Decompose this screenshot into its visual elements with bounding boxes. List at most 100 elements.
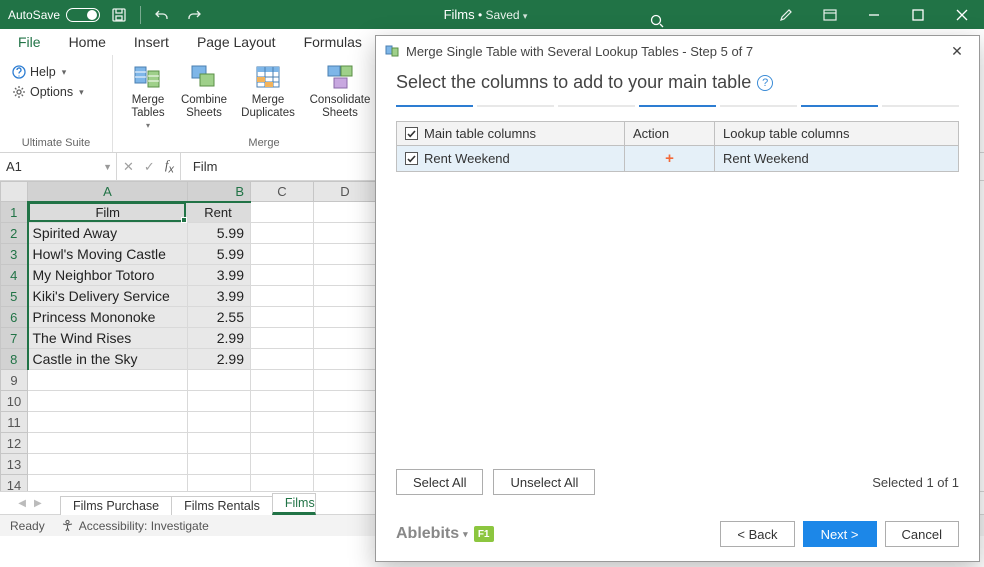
row-header[interactable]: 14	[1, 475, 28, 492]
tab-formulas[interactable]: Formulas	[290, 29, 376, 55]
cell[interactable]: My Neighbor Totoro	[28, 265, 188, 286]
cell[interactable]	[251, 475, 314, 492]
cell[interactable]: Kiki's Delivery Service	[28, 286, 188, 307]
cell[interactable]	[251, 286, 314, 307]
consolidate-sheets-button[interactable]: Consolidate Sheets	[305, 59, 375, 130]
cell[interactable]: The Wind Rises	[28, 328, 188, 349]
cell[interactable]	[28, 475, 188, 492]
cell[interactable]	[28, 370, 188, 391]
row-header[interactable]: 5	[1, 286, 28, 307]
sheet-tab-films[interactable]: Films	[272, 493, 316, 515]
help-dropdown[interactable]: Help▾	[8, 63, 104, 81]
cell[interactable]: 2.99	[188, 349, 251, 370]
row-header[interactable]: 13	[1, 454, 28, 475]
cell[interactable]: Castle in the Sky	[28, 349, 188, 370]
sheet-nav[interactable]: ◀▶	[0, 492, 60, 514]
autosave-toggle[interactable]	[66, 8, 100, 22]
search-icon[interactable]	[646, 10, 668, 32]
cell[interactable]	[28, 433, 188, 454]
table-row[interactable]: Rent Weekend + Rent Weekend	[397, 146, 958, 171]
col-header-d[interactable]: D	[314, 182, 377, 202]
cell[interactable]	[28, 454, 188, 475]
col-header-a[interactable]: A	[28, 182, 188, 202]
cell-header-film[interactable]: Film	[28, 202, 188, 223]
col-header-b[interactable]: B	[188, 182, 251, 202]
hdr-main-columns[interactable]: Main table columns	[397, 122, 625, 145]
formula-input[interactable]: Film	[181, 159, 218, 174]
cell[interactable]	[314, 244, 377, 265]
row-header[interactable]: 4	[1, 265, 28, 286]
tab-insert[interactable]: Insert	[120, 29, 183, 55]
f1-help-badge[interactable]: F1	[474, 526, 494, 542]
row-header[interactable]: 7	[1, 328, 28, 349]
cancel-formula-icon[interactable]: ✕	[123, 159, 134, 175]
cancel-button[interactable]: Cancel	[885, 521, 959, 547]
next-button[interactable]: Next >	[803, 521, 877, 547]
cell[interactable]	[251, 223, 314, 244]
select-all-button[interactable]: Select All	[396, 469, 483, 495]
tab-file[interactable]: File	[0, 29, 55, 55]
help-icon[interactable]: ?	[757, 75, 773, 91]
cell[interactable]	[314, 265, 377, 286]
cell[interactable]	[251, 433, 314, 454]
sheet-tab-films-purchase[interactable]: Films Purchase	[60, 496, 172, 515]
combine-sheets-button[interactable]: Combine Sheets	[177, 59, 231, 130]
cell[interactable]	[314, 370, 377, 391]
cell[interactable]	[314, 391, 377, 412]
row-header[interactable]: 11	[1, 412, 28, 433]
merge-tables-button[interactable]: Merge Tables ▾	[121, 59, 175, 130]
dialog-close-button[interactable]: ✕	[943, 37, 971, 65]
pen-icon[interactable]	[764, 2, 808, 28]
cell[interactable]: 3.99	[188, 286, 251, 307]
cell[interactable]	[188, 433, 251, 454]
cell[interactable]	[251, 265, 314, 286]
cell[interactable]	[314, 223, 377, 244]
cell[interactable]	[188, 454, 251, 475]
col-header-c[interactable]: C	[251, 182, 314, 202]
cell[interactable]	[28, 391, 188, 412]
cell[interactable]	[314, 286, 377, 307]
cell[interactable]: 3.99	[188, 265, 251, 286]
cell[interactable]	[314, 475, 377, 492]
cell-header-rent[interactable]: Rent	[188, 202, 251, 223]
cell[interactable]: Spirited Away	[28, 223, 188, 244]
hdr-lookup-columns[interactable]: Lookup table columns	[715, 122, 958, 145]
tab-page-layout[interactable]: Page Layout	[183, 29, 290, 55]
cell[interactable]	[251, 244, 314, 265]
name-box[interactable]: A1 ▼	[0, 153, 117, 180]
cell[interactable]	[251, 391, 314, 412]
cell[interactable]	[314, 328, 377, 349]
unselect-all-button[interactable]: Unselect All	[493, 469, 595, 495]
ribbon-display-icon[interactable]	[808, 2, 852, 28]
hdr-action[interactable]: Action	[625, 122, 715, 145]
save-icon[interactable]	[106, 2, 132, 28]
options-dropdown[interactable]: Options▾	[8, 83, 104, 101]
cell[interactable]	[314, 412, 377, 433]
minimize-button[interactable]	[852, 0, 896, 29]
cell[interactable]	[188, 475, 251, 492]
status-accessibility[interactable]: Accessibility: Investigate	[61, 519, 209, 533]
row-header[interactable]: 8	[1, 349, 28, 370]
cell[interactable]	[251, 307, 314, 328]
cell[interactable]: Princess Mononoke	[28, 307, 188, 328]
cell[interactable]: 5.99	[188, 244, 251, 265]
close-button[interactable]	[940, 0, 984, 29]
row-header[interactable]: 3	[1, 244, 28, 265]
cell[interactable]	[314, 202, 377, 223]
enter-formula-icon[interactable]: ✓	[144, 159, 155, 175]
undo-button[interactable]	[149, 2, 175, 28]
cell[interactable]: 2.55	[188, 307, 251, 328]
cell[interactable]	[251, 202, 314, 223]
cell[interactable]	[251, 370, 314, 391]
cell[interactable]	[188, 391, 251, 412]
cell[interactable]	[188, 412, 251, 433]
cell[interactable]	[251, 412, 314, 433]
fx-icon[interactable]: fx	[165, 157, 174, 176]
row-header[interactable]: 10	[1, 391, 28, 412]
redo-button[interactable]	[181, 2, 207, 28]
checkbox-all[interactable]	[405, 127, 418, 140]
row-header[interactable]: 6	[1, 307, 28, 328]
maximize-button[interactable]	[896, 0, 940, 29]
row-header[interactable]: 1	[1, 202, 28, 223]
cell[interactable]	[188, 370, 251, 391]
